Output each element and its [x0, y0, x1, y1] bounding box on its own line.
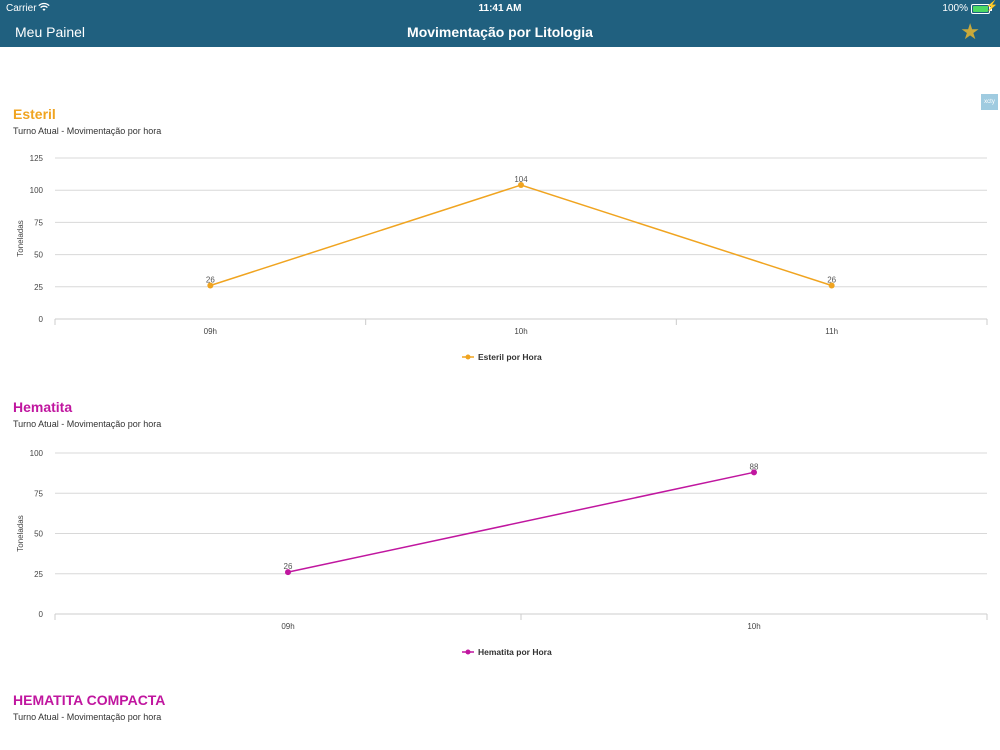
- side-tab[interactable]: xcty: [981, 94, 998, 110]
- y-tick-label: 0: [39, 315, 44, 324]
- y-tick-label: 50: [34, 530, 43, 539]
- y-tick-label: 75: [34, 489, 43, 498]
- x-tick-label: 10h: [747, 622, 760, 631]
- y-axis-label: Toneladas: [16, 515, 25, 551]
- chart-esteril: 0 25 50 75 100 125 Toneladas 09h 10h 11h 26 104 26 Es…: [16, 154, 988, 362]
- favorite-star-icon[interactable]: ★: [960, 19, 980, 45]
- data-label: 104: [514, 175, 528, 184]
- y-tick-label: 0: [39, 610, 44, 619]
- charging-icon: ⚡: [985, 1, 998, 12]
- data-label: 26: [827, 276, 836, 285]
- navigation-bar: Carrier 11:41 AM 100% ⚡ Meu Painel Movim…: [0, 0, 1000, 47]
- page-title: Movimentação por Litologia: [407, 24, 593, 40]
- data-label: 26: [284, 562, 293, 571]
- data-label: 88: [750, 462, 759, 471]
- y-tick-label: 100: [30, 186, 44, 195]
- section-title-hematita: Hematita: [13, 399, 73, 415]
- battery-percent: 100%: [942, 3, 968, 14]
- y-tick-label: 25: [34, 283, 43, 292]
- y-tick-label: 100: [30, 449, 44, 458]
- legend-marker: [465, 649, 471, 655]
- chart-hematita: 0 25 50 75 100 Toneladas 09h 10h 26 88 Hematita po…: [16, 449, 988, 657]
- section-subtitle-esteril: Turno Atual - Movimentação por hora: [13, 126, 162, 136]
- legend-label: Esteril por Hora: [478, 352, 542, 362]
- section-subtitle-hematita-compacta: Turno Atual - Movimentação por hora: [13, 712, 162, 722]
- y-tick-label: 25: [34, 570, 43, 579]
- x-tick-label: 10h: [514, 327, 527, 336]
- status-time: 11:41 AM: [478, 3, 522, 14]
- y-tick-label: 50: [34, 251, 43, 260]
- legend-label: Hematita por Hora: [478, 647, 552, 657]
- series-line: [287, 471, 755, 573]
- data-label: 26: [206, 276, 215, 285]
- section-subtitle-hematita: Turno Atual - Movimentação por hora: [13, 419, 162, 429]
- x-tick-label: 11h: [825, 327, 838, 336]
- series-line: [210, 184, 832, 287]
- legend-marker: [465, 354, 471, 360]
- section-title-hematita-compacta: HEMATITA COMPACTA: [13, 692, 166, 708]
- y-tick-label: 75: [34, 218, 43, 227]
- x-tick-label: 09h: [204, 327, 217, 336]
- y-tick-label: 125: [30, 154, 44, 163]
- x-tick-label: 09h: [281, 622, 294, 631]
- status-bar: Carrier 11:41 AM 100% ⚡: [0, 0, 1000, 16]
- y-axis-label: Toneladas: [16, 220, 25, 256]
- section-title-esteril: Esteril: [13, 106, 56, 122]
